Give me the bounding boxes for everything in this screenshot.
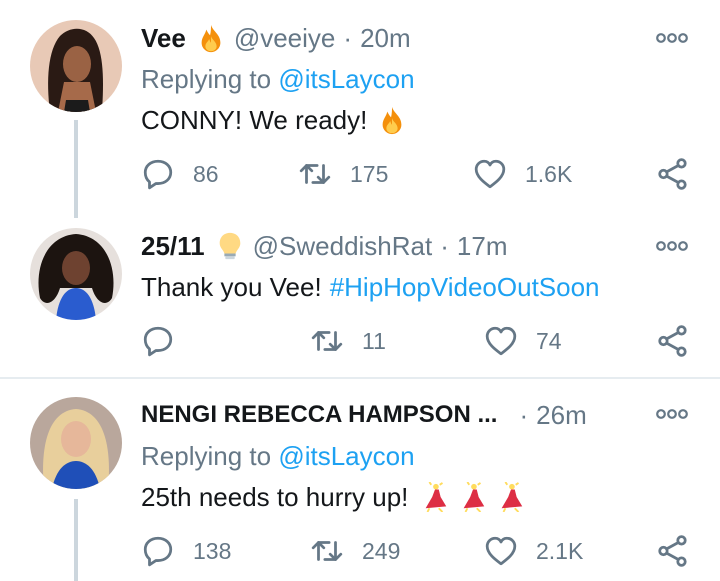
display-name[interactable]: Vee xyxy=(141,23,186,54)
separator-dot: · xyxy=(440,230,449,261)
retweet-icon xyxy=(310,534,344,568)
fire-icon xyxy=(377,105,407,135)
tweet-text: Thank you Vee! #HipHopVideoOutSoon xyxy=(141,269,600,305)
more-options-icon[interactable] xyxy=(656,239,688,253)
user-handle[interactable]: @veeiye xyxy=(234,23,336,54)
replying-to-prefix: Replying to xyxy=(141,64,272,94)
more-options-icon[interactable] xyxy=(656,31,688,45)
replying-to: Replying to @itsLaycon xyxy=(141,64,415,95)
tweet-actions: 86 175 1.6K xyxy=(0,156,720,192)
like-count: 74 xyxy=(536,327,562,354)
mention-link[interactable]: @itsLaycon xyxy=(278,64,414,94)
retweet-icon xyxy=(310,324,344,358)
heart-icon xyxy=(484,534,518,568)
separator-dot: · xyxy=(343,22,353,53)
retweet-count: 249 xyxy=(362,537,401,564)
tweet-nengi[interactable]: NENGI REBECCA HAMPSON ... · 26m Replying… xyxy=(0,379,720,581)
retweet-icon xyxy=(298,157,332,191)
share-icon xyxy=(656,324,690,358)
timestamp[interactable]: 20m xyxy=(360,23,411,54)
hashtag-link[interactable]: #HipHopVideoOutSoon xyxy=(330,272,600,303)
retweet-button[interactable]: 249 xyxy=(310,533,400,569)
share-icon xyxy=(656,157,690,191)
reply-button[interactable] xyxy=(141,323,193,359)
tweet-text-content: Thank you Vee! xyxy=(141,271,322,302)
like-button[interactable]: 74 xyxy=(484,323,562,359)
reply-count: 86 xyxy=(193,160,219,187)
tweet-header: Vee @veeiye · 20m xyxy=(141,20,411,56)
retweet-count: 175 xyxy=(350,160,389,187)
tweet-actions: 138 249 2.1K xyxy=(0,533,720,569)
retweet-button[interactable]: 11 xyxy=(310,323,386,359)
reply-button[interactable]: 138 xyxy=(141,533,231,569)
replying-to-prefix: Replying to xyxy=(141,441,272,471)
tweet-text-content: CONNY! We ready! xyxy=(141,104,368,135)
reply-icon xyxy=(141,534,175,568)
fire-icon xyxy=(196,23,226,53)
replying-to: Replying to @itsLaycon xyxy=(141,441,415,472)
dancer-icon xyxy=(496,482,526,512)
tweet-actions: 11 74 xyxy=(0,323,720,359)
reply-count: 138 xyxy=(193,537,232,564)
retweet-count: 11 xyxy=(362,327,386,354)
like-count: 2.1K xyxy=(536,537,584,564)
tweet-header: NENGI REBECCA HAMPSON ... · 26m xyxy=(141,397,587,433)
separator-dot: · xyxy=(519,399,529,430)
display-name[interactable]: NENGI REBECCA HAMPSON ... xyxy=(141,401,497,429)
like-button[interactable]: 1.6K xyxy=(473,156,572,192)
share-button[interactable] xyxy=(656,156,708,192)
tweet-text: 25th needs to hurry up! xyxy=(141,479,530,515)
share-icon xyxy=(656,534,690,568)
avatar[interactable] xyxy=(30,20,122,112)
dancer-icon xyxy=(458,482,488,512)
timestamp[interactable]: 26m xyxy=(536,400,587,431)
retweet-button[interactable]: 175 xyxy=(298,156,388,192)
like-count: 1.6K xyxy=(525,160,573,187)
reply-icon xyxy=(141,157,175,191)
reply-button[interactable]: 86 xyxy=(141,156,219,192)
share-button[interactable] xyxy=(656,533,708,569)
more-options-icon[interactable] xyxy=(656,407,688,421)
reply-icon xyxy=(141,324,175,358)
avatar[interactable] xyxy=(30,228,122,320)
tweet-header: 25/11 @SweddishRat · 17m xyxy=(141,228,507,264)
user-handle[interactable]: @SweddishRat xyxy=(253,231,433,262)
tweet-text-content: 25th needs to hurry up! xyxy=(141,481,409,512)
tweet-text: CONNY! We ready! xyxy=(141,102,415,138)
mention-link[interactable]: @itsLaycon xyxy=(278,441,414,471)
avatar[interactable] xyxy=(30,397,122,489)
tweet-25-11[interactable]: 25/11 @SweddishRat · 17m Thank you Vee! … xyxy=(0,225,720,377)
share-button[interactable] xyxy=(656,323,708,359)
timestamp[interactable]: 17m xyxy=(457,231,508,262)
heart-icon xyxy=(484,324,518,358)
tweet-vee[interactable]: Vee @veeiye · 20m Replying to @itsLaycon… xyxy=(0,0,720,225)
lightbulb-icon xyxy=(215,231,245,261)
display-name[interactable]: 25/11 xyxy=(141,231,205,262)
like-button[interactable]: 2.1K xyxy=(484,533,583,569)
dancer-icon xyxy=(420,482,450,512)
heart-icon xyxy=(473,157,507,191)
